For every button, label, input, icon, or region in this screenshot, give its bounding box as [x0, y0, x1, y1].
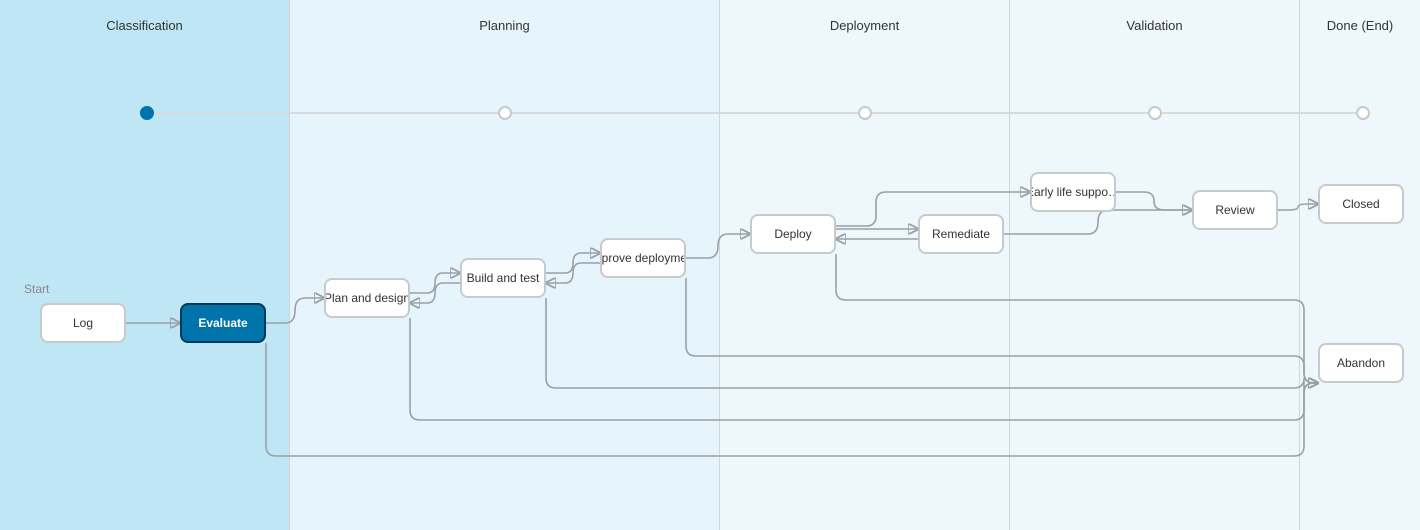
progress-dot-4[interactable]	[1356, 106, 1370, 120]
lane-header-planning: Planning	[290, 0, 719, 43]
node-build[interactable]: Build and test	[460, 258, 546, 298]
lane-header-validation: Validation	[1010, 0, 1299, 43]
node-abandon[interactable]: Abandon	[1318, 343, 1404, 383]
node-review[interactable]: Review	[1192, 190, 1278, 230]
lane-classification: Classification	[0, 0, 290, 530]
node-plan[interactable]: Plan and design	[324, 278, 410, 318]
node-evaluate[interactable]: Evaluate	[180, 303, 266, 343]
node-approve[interactable]: Approve deployme…	[600, 238, 686, 278]
node-remediate[interactable]: Remediate	[918, 214, 1004, 254]
lane-header-deployment: Deployment	[720, 0, 1009, 43]
progress-dot-2[interactable]	[858, 106, 872, 120]
lane-deployment: Deployment	[720, 0, 1010, 530]
node-deploy[interactable]: Deploy	[750, 214, 836, 254]
lanes-container: ClassificationPlanningDeploymentValidati…	[0, 0, 1420, 530]
progress-dot-0[interactable]	[140, 106, 154, 120]
lane-done: Done (End)	[1300, 0, 1420, 530]
lane-validation: Validation	[1010, 0, 1300, 530]
node-log[interactable]: Log	[40, 303, 126, 343]
node-els[interactable]: Early life suppo…	[1030, 172, 1116, 212]
workflow-diagram: ClassificationPlanningDeploymentValidati…	[0, 0, 1420, 530]
progress-track	[150, 112, 1360, 114]
progress-dot-1[interactable]	[498, 106, 512, 120]
start-label: Start	[24, 282, 49, 296]
lane-header-classification: Classification	[0, 0, 289, 43]
node-closed[interactable]: Closed	[1318, 184, 1404, 224]
progress-dot-3[interactable]	[1148, 106, 1162, 120]
lane-header-done: Done (End)	[1300, 0, 1420, 43]
